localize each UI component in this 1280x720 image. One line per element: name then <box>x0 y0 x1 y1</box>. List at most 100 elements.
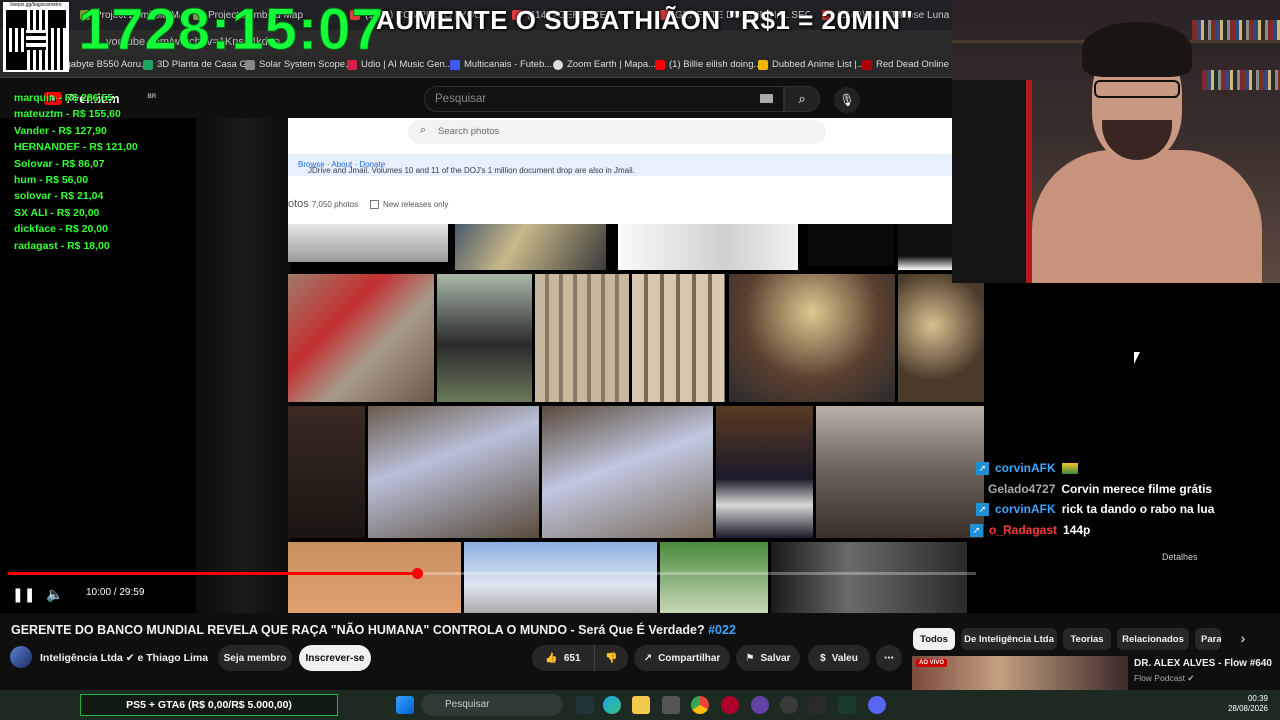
chat-panel <box>984 283 1280 613</box>
video-hashtag[interactable]: #022 <box>708 623 736 637</box>
save-button[interactable]: ⚑ Salvar <box>736 645 800 671</box>
donor-entry: radagast - R$ 18,00 <box>14 239 110 252</box>
search-placeholder: Pesquisar <box>435 93 487 105</box>
photo-thumbnail <box>455 224 606 270</box>
keyboard-icon[interactable] <box>760 94 773 103</box>
clock-time: 00:39 <box>1247 694 1268 703</box>
photo-thumbnail <box>464 542 657 613</box>
thanks-button[interactable]: $ Valeu <box>808 645 870 671</box>
recommended-channel[interactable]: Flow Podcast ✔ <box>1134 673 1195 684</box>
file-explorer-icon[interactable] <box>632 696 650 714</box>
bookmark-favicon-icon <box>450 59 460 70</box>
join-button[interactable]: Seja membro <box>218 645 292 671</box>
chip-related[interactable]: Relacionados <box>1117 628 1189 650</box>
bookmark-item[interactable]: Dubbed Anime List |... <box>758 59 865 70</box>
donor-entry: solovar - R$ 21,04 <box>14 190 104 203</box>
bookmark-favicon-icon <box>758 59 768 70</box>
search-button[interactable]: ⌕ <box>784 86 820 112</box>
steam-icon[interactable] <box>576 696 594 714</box>
photo-search-input: ⌕ Search photos <box>408 120 826 144</box>
channel-avatar[interactable] <box>10 646 32 668</box>
taskbar-search[interactable]: Pesquisar <box>421 694 563 716</box>
photos-number: 7,050 photos <box>311 200 359 209</box>
dislike-button[interactable]: 👎 <box>594 645 628 671</box>
chips-next-button[interactable]: › <box>1236 630 1250 646</box>
chip-for-you[interactable]: Para <box>1195 628 1221 650</box>
chip-label: Teorias <box>1070 633 1104 645</box>
new-releases-label: New releases only <box>383 200 449 209</box>
channel-name[interactable]: Inteligência Ltda ✔ e Thiago Lima <box>40 652 208 664</box>
photo-thumbnail <box>437 274 532 402</box>
photo-thumbnail <box>729 274 895 402</box>
qr-caption: livepix.gg/tiagocarneiro <box>10 2 62 8</box>
search-icon: ⌕ <box>420 124 427 136</box>
chat-text: rick ta dando o rabo na lua <box>1061 502 1215 516</box>
obs-icon[interactable] <box>780 696 798 714</box>
volume-button[interactable]: 🔈 <box>46 586 64 603</box>
like-button[interactable]: 👍 651 <box>532 645 594 671</box>
chrome-icon[interactable] <box>691 696 709 714</box>
live-badge: AO VIVO <box>916 659 948 667</box>
opera-icon[interactable] <box>721 696 739 714</box>
chat-username: corvinAFK <box>995 461 1056 475</box>
photos-label: otos <box>288 198 309 210</box>
save-label: Salvar <box>760 652 791 664</box>
recommended-title[interactable]: DR. ALEX ALVES - Flow #640 <box>1134 658 1272 669</box>
time-display: 10:00 / 29:59 <box>86 587 145 598</box>
chip-channel[interactable]: De Inteligência Ltda <box>961 628 1057 650</box>
share-icon: ↗ <box>643 652 653 664</box>
photo-thumbnail <box>535 274 629 402</box>
bookmark-item[interactable]: Multicanais - Futeb... <box>450 59 552 70</box>
chip-label: Relacionados <box>1122 633 1184 645</box>
bookmark-label: Multicanais - Futeb... <box>464 59 553 70</box>
photo-thumbnail <box>808 224 894 266</box>
photo-thumbnail <box>771 542 967 613</box>
chat-text: Corvin merece filme grátis <box>1061 482 1213 496</box>
progress-scrubber[interactable] <box>412 568 423 579</box>
mic-button[interactable]: 🎙 <box>834 87 860 113</box>
twitch-icon[interactable] <box>751 696 769 714</box>
search-icon: ⌕ <box>798 91 806 106</box>
bookmark-item[interactable]: (1) Billie eilish doing... <box>655 59 761 70</box>
bookmark-item[interactable]: Red Dead Online -... <box>862 59 963 70</box>
mouse-cursor-icon <box>1134 352 1140 364</box>
chevron-right-icon: › <box>1240 630 1246 646</box>
youtube-search-input[interactable]: Pesquisar <box>424 86 784 112</box>
details-label[interactable]: Detalhes <box>1162 552 1198 562</box>
share-button[interactable]: ↗ Compartilhar <box>634 645 730 671</box>
chip-label: De Inteligência Ltda <box>964 633 1054 645</box>
mic-icon: 🎙 <box>839 93 855 107</box>
app-icon[interactable] <box>838 696 856 714</box>
windows-start-icon[interactable] <box>396 696 414 714</box>
info-text: JDrive and Jmail. Volumes 10 and 11 of t… <box>298 160 635 175</box>
more-actions-button[interactable]: ⋯ <box>876 645 902 671</box>
system-clock[interactable]: 00:39 28/08/2026 <box>1222 694 1268 714</box>
donor-entry: hum - R$ 56,00 <box>14 173 89 186</box>
app-icon[interactable] <box>662 696 680 714</box>
bookshelf <box>1202 70 1280 90</box>
edge-icon[interactable] <box>603 696 621 714</box>
discord-icon[interactable] <box>868 696 886 714</box>
subscribe-button[interactable]: Inscrever-se <box>299 645 371 671</box>
chip-all[interactable]: Todos <box>913 628 955 650</box>
donor-entry: marquin - R$ 286,55 <box>14 92 114 104</box>
bookmark-favicon-icon <box>553 59 563 70</box>
chat-badge-icon: ➚ <box>976 502 989 516</box>
current-time: 10:00 <box>86 587 112 598</box>
app-icon[interactable] <box>808 696 826 714</box>
bookmark-item[interactable]: Zoom Earth | Mapa... <box>553 59 656 70</box>
chat-message: ➚ corvinAFK rick ta dando o rabo na lua <box>976 502 1214 516</box>
photo-thumbnail <box>898 274 984 402</box>
photo-search-placeholder: Search photos <box>438 126 500 137</box>
pause-button[interactable]: ❚❚ <box>12 586 35 603</box>
chat-badge-icon: ➚ <box>976 461 989 475</box>
glasses <box>1094 80 1180 98</box>
chat-username: Gelado4727 <box>988 482 1056 496</box>
video-shadow <box>196 118 291 613</box>
bookmark-label: Red Dead Online -... <box>876 59 963 70</box>
chat-username: corvinAFK <box>995 502 1056 516</box>
photo-thumbnail <box>816 406 984 538</box>
chip-theories[interactable]: Teorias <box>1063 628 1111 650</box>
info-body: JDrive and Jmail. Volumes 10 and 11 of t… <box>308 166 635 175</box>
photo-thumbnail <box>368 406 539 538</box>
